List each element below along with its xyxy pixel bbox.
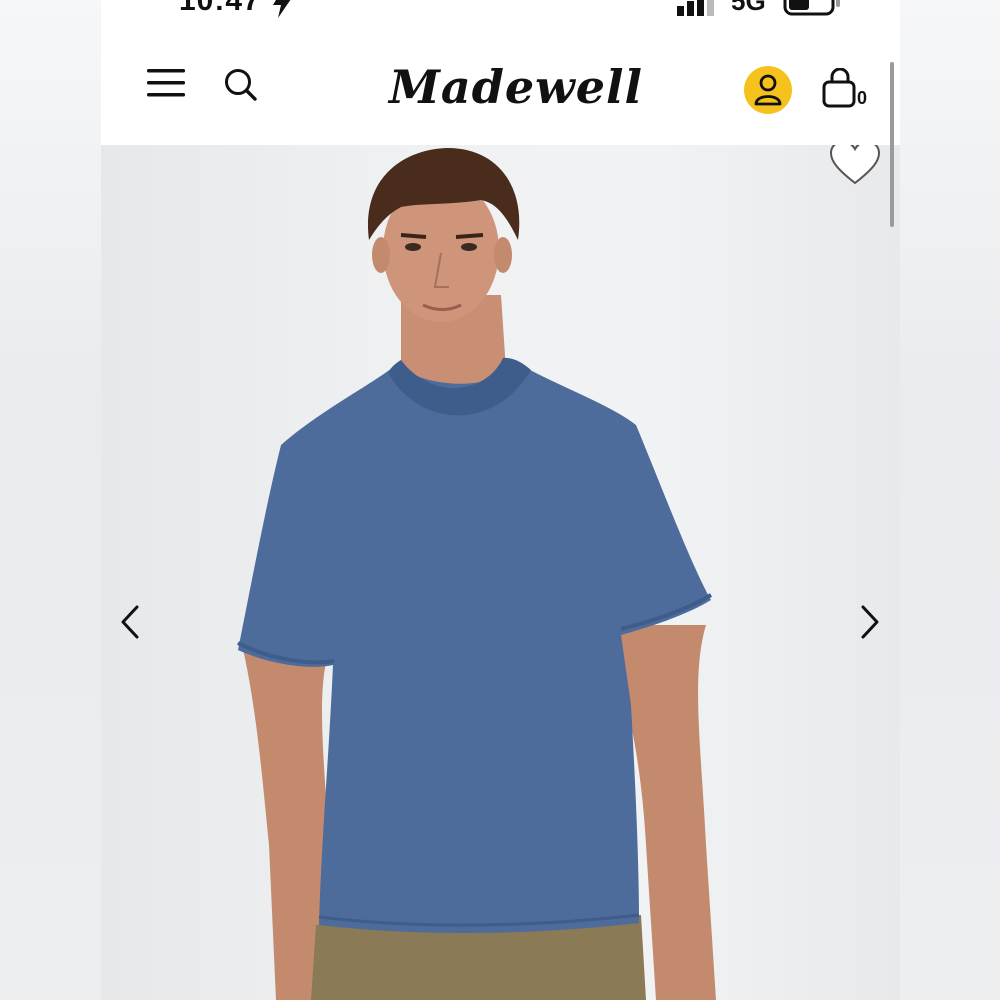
menu-button[interactable]	[147, 66, 187, 100]
background-left	[0, 0, 101, 1000]
site-header: Madewell 0	[101, 30, 900, 145]
user-icon	[754, 74, 782, 106]
status-time: 10:47	[179, 0, 261, 17]
shopping-bag-icon	[822, 67, 856, 108]
search-icon	[225, 69, 257, 101]
heart-icon	[829, 145, 881, 185]
location-arrow-icon	[273, 0, 291, 18]
hamburger-menu-icon	[147, 69, 185, 97]
account-button[interactable]	[744, 66, 792, 114]
signal-bars-icon	[677, 0, 714, 16]
bag-count-badge: 0	[857, 88, 868, 108]
previous-image-button[interactable]	[113, 600, 147, 644]
network-type: 5G	[731, 0, 766, 16]
chevron-right-icon	[861, 605, 879, 639]
battery-icon	[783, 0, 840, 16]
product-photo	[237, 147, 716, 1000]
brand-logo[interactable]: Madewell	[389, 52, 642, 122]
wishlist-button[interactable]	[827, 145, 883, 187]
search-button[interactable]	[222, 66, 260, 104]
chevron-left-icon	[121, 605, 139, 639]
product-image-carousel[interactable]	[101, 145, 900, 1000]
background-right	[900, 0, 1000, 1000]
scrollbar[interactable]	[890, 62, 894, 227]
next-image-button[interactable]	[853, 600, 887, 644]
phone-screen: 10:47 5G Madewell 0	[101, 0, 900, 1000]
status-bar: 10:47 5G	[101, 0, 900, 30]
